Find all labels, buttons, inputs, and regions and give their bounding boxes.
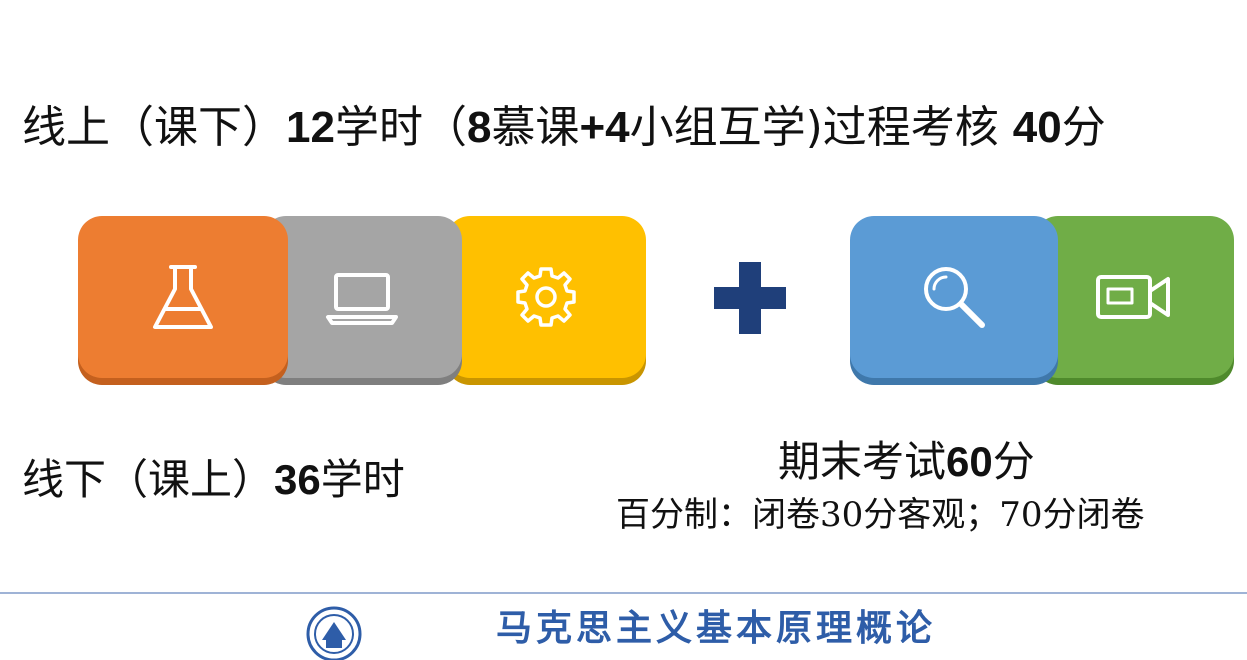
tile-video-camera bbox=[1034, 216, 1234, 378]
headline-score: 40 bbox=[1012, 103, 1062, 152]
plus-icon bbox=[714, 262, 786, 334]
offline-hours: 线下（课上）36学时 bbox=[22, 452, 405, 508]
offline-hours-num: 36 bbox=[274, 456, 321, 503]
video-camera-icon bbox=[1096, 275, 1170, 319]
tile-flask bbox=[78, 216, 288, 378]
headline-mooc-num: 8 bbox=[466, 103, 492, 152]
final-exam-detail: 百分制：闭卷30分客观；70分闭卷 bbox=[616, 495, 1145, 535]
headline-part2: 学时（ bbox=[334, 102, 467, 153]
university-logo bbox=[306, 606, 362, 660]
headline-part4: 小组互学 bbox=[629, 102, 806, 153]
gear-icon bbox=[516, 267, 576, 327]
final-exam-score: 60 bbox=[946, 438, 993, 485]
magnifier-icon bbox=[924, 267, 985, 328]
final-exam-label: 期末考试 bbox=[778, 437, 947, 486]
final-exam-title: 期末考试60分 bbox=[778, 434, 1035, 490]
laptop-icon bbox=[326, 273, 398, 325]
offline-part2: 学时 bbox=[320, 455, 405, 504]
footer-course-title: 马克思主义基本原理概论 bbox=[496, 607, 937, 649]
headline-part1: 线上（课下） bbox=[22, 102, 286, 153]
offline-part1: 线下（课上） bbox=[22, 455, 275, 504]
flask-icon bbox=[153, 265, 213, 329]
tile-laptop bbox=[262, 216, 462, 378]
final-exam-unit: 分 bbox=[992, 437, 1035, 486]
headline-unit: 分 bbox=[1061, 102, 1106, 153]
headline-part5: )过程考核 bbox=[805, 102, 1013, 153]
headline-part3: 慕课 bbox=[491, 102, 580, 153]
tile-magnifier bbox=[850, 216, 1058, 378]
footer-divider bbox=[0, 592, 1247, 594]
headline-plus-num: +4 bbox=[579, 103, 630, 152]
tile-gear bbox=[446, 216, 646, 378]
headline: 线上（课下）12学时（8慕课+4小组互学)过程考核 40分 bbox=[22, 98, 1106, 158]
headline-hours: 12 bbox=[286, 103, 335, 152]
